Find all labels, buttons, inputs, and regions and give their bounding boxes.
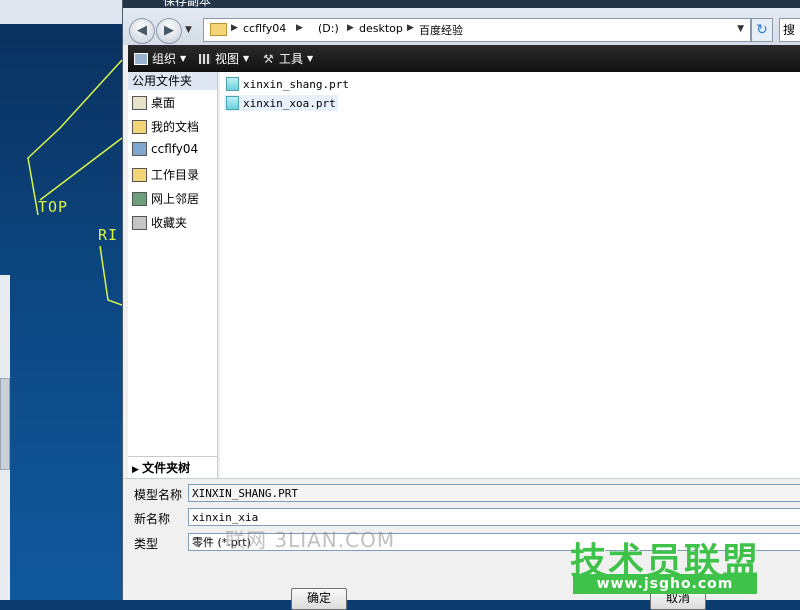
my-documents-icon — [132, 119, 147, 134]
tools-menu[interactable]: ⚒ 工具 ▼ — [263, 50, 313, 67]
file-item[interactable]: xinxin_shang.prt — [224, 76, 351, 92]
desktop-icon — [132, 95, 147, 110]
ok-button[interactable]: 确定 — [291, 588, 347, 610]
chevron-down-icon: ▼ — [180, 54, 187, 63]
right-plane-line — [99, 245, 122, 306]
top-plane-line-2 — [39, 137, 122, 201]
right-plane-label: RI — [98, 226, 119, 244]
file-list: xinxin_shang.prt xinxin_xoa.prt — [220, 72, 800, 478]
top-plane-label: TOP — [38, 198, 69, 216]
chevron-down-icon: ▼ — [307, 54, 314, 63]
nav-item-computer[interactable]: ccflfy04 — [132, 142, 198, 156]
public-folders-header: 公用文件夹 — [128, 72, 217, 90]
watermark-jsgho-url: www.jsgho.com — [573, 574, 757, 594]
favorites-icon — [132, 215, 147, 230]
file-item[interactable]: xinxin_xoa.prt — [224, 95, 338, 111]
address-row: ◀ ▶ ▼ ▶ ccflfy04 ▶ (D:) ▶ desktop ▶ 百度经验… — [123, 8, 800, 45]
file-name: xinxin_shang.prt — [243, 77, 349, 91]
breadcrumb-chevron-icon[interactable]: ▶ — [231, 23, 238, 33]
breadcrumb-chevron-icon[interactable]: ▶ — [347, 23, 354, 33]
folder-icon — [210, 23, 227, 36]
expand-arrow-icon: ▶ — [132, 465, 143, 475]
address-dropdown-icon[interactable]: ▼ — [737, 24, 744, 34]
organize-menu[interactable]: 组织 ▼ — [134, 50, 186, 67]
part-file-icon — [226, 96, 239, 110]
nav-item-desktop[interactable]: 桌面 — [132, 94, 175, 111]
nav-item-label: 我的文档 — [151, 120, 200, 134]
tools-icon: ⚒ — [263, 51, 274, 66]
view-icon — [199, 53, 211, 64]
breadcrumb-folder[interactable]: 百度经验 — [419, 22, 463, 38]
type-label: 类型 — [134, 537, 159, 551]
breadcrumb-chevron-icon[interactable]: ▶ — [407, 23, 414, 33]
save-copy-dialog: 保存副本 ◀ ▶ ▼ ▶ ccflfy04 ▶ (D:) ▶ desktop ▶… — [122, 0, 800, 610]
forward-arrow-icon: ▶ — [164, 23, 174, 38]
folder-tree-toggle[interactable]: ▶ 文件夹树 — [128, 456, 217, 478]
network-icon — [132, 191, 147, 206]
nav-item-my-documents[interactable]: 我的文档 — [132, 118, 199, 135]
search-placeholder: 搜 — [783, 23, 796, 37]
model-name-label: 模型名称 — [134, 488, 183, 502]
refresh-button[interactable]: ↻ — [751, 18, 773, 42]
top-plane-line-1 — [27, 59, 122, 216]
file-name: xinxin_xoa.prt — [243, 96, 336, 110]
organize-icon — [134, 52, 148, 65]
nav-item-network[interactable]: 网上邻居 — [132, 190, 199, 207]
nav-item-label: 网上邻居 — [151, 192, 200, 206]
refresh-icon: ↻ — [756, 22, 768, 38]
forward-button[interactable]: ▶ — [156, 18, 182, 44]
view-label: 视图 — [215, 52, 240, 66]
search-input[interactable]: 搜 — [779, 18, 800, 42]
folder-tree-label: 文件夹树 — [142, 461, 191, 475]
nav-item-label: 收藏夹 — [151, 216, 188, 230]
breadcrumb-chevron-icon[interactable]: ▶ — [296, 23, 303, 33]
chevron-down-icon: ▼ — [243, 54, 250, 63]
working-directory-icon — [132, 167, 147, 182]
breadcrumb-drive[interactable]: (D:) — [318, 22, 339, 35]
nav-item-label: ccflfy04 — [151, 142, 199, 156]
new-name-label: 新名称 — [134, 512, 171, 526]
organize-label: 组织 — [152, 52, 177, 66]
nav-item-favorites[interactable]: 收藏夹 — [132, 214, 187, 231]
viewport-side-button[interactable] — [0, 378, 10, 470]
toolbar: 组织 ▼ 视图 ▼ ⚒ 工具 ▼ — [128, 45, 800, 72]
cad-viewport[interactable]: TOP RI — [0, 0, 122, 600]
navigation-pane: 公用文件夹 桌面 我的文档 ccflfy04 工作目录 网上邻居 收藏夹 — [128, 72, 218, 478]
nav-item-label: 工作目录 — [151, 168, 200, 182]
dialog-titlebar: 保存副本 — [123, 0, 800, 8]
computer-icon — [132, 142, 147, 156]
model-name-field: XINXIN_SHANG.PRT — [188, 484, 800, 502]
breadcrumb-desktop[interactable]: desktop — [359, 22, 403, 35]
breadcrumb-computer[interactable]: ccflfy04 — [243, 22, 286, 35]
view-menu[interactable]: 视图 ▼ — [199, 50, 249, 67]
back-arrow-icon: ◀ — [137, 23, 147, 38]
watermark-3lian: 联网 3LIAN.COM — [225, 528, 396, 552]
back-button[interactable]: ◀ — [129, 18, 155, 44]
part-file-icon — [226, 77, 239, 91]
tools-label: 工具 — [279, 52, 304, 66]
recent-pages-dropdown[interactable]: ▼ — [185, 25, 192, 35]
nav-item-label: 桌面 — [151, 96, 176, 110]
datum-planes-drawing — [27, 59, 122, 306]
nav-item-working-directory[interactable]: 工作目录 — [132, 166, 199, 183]
address-bar[interactable]: ▶ ccflfy04 ▶ (D:) ▶ desktop ▶ 百度经验 ▼ — [203, 18, 751, 42]
